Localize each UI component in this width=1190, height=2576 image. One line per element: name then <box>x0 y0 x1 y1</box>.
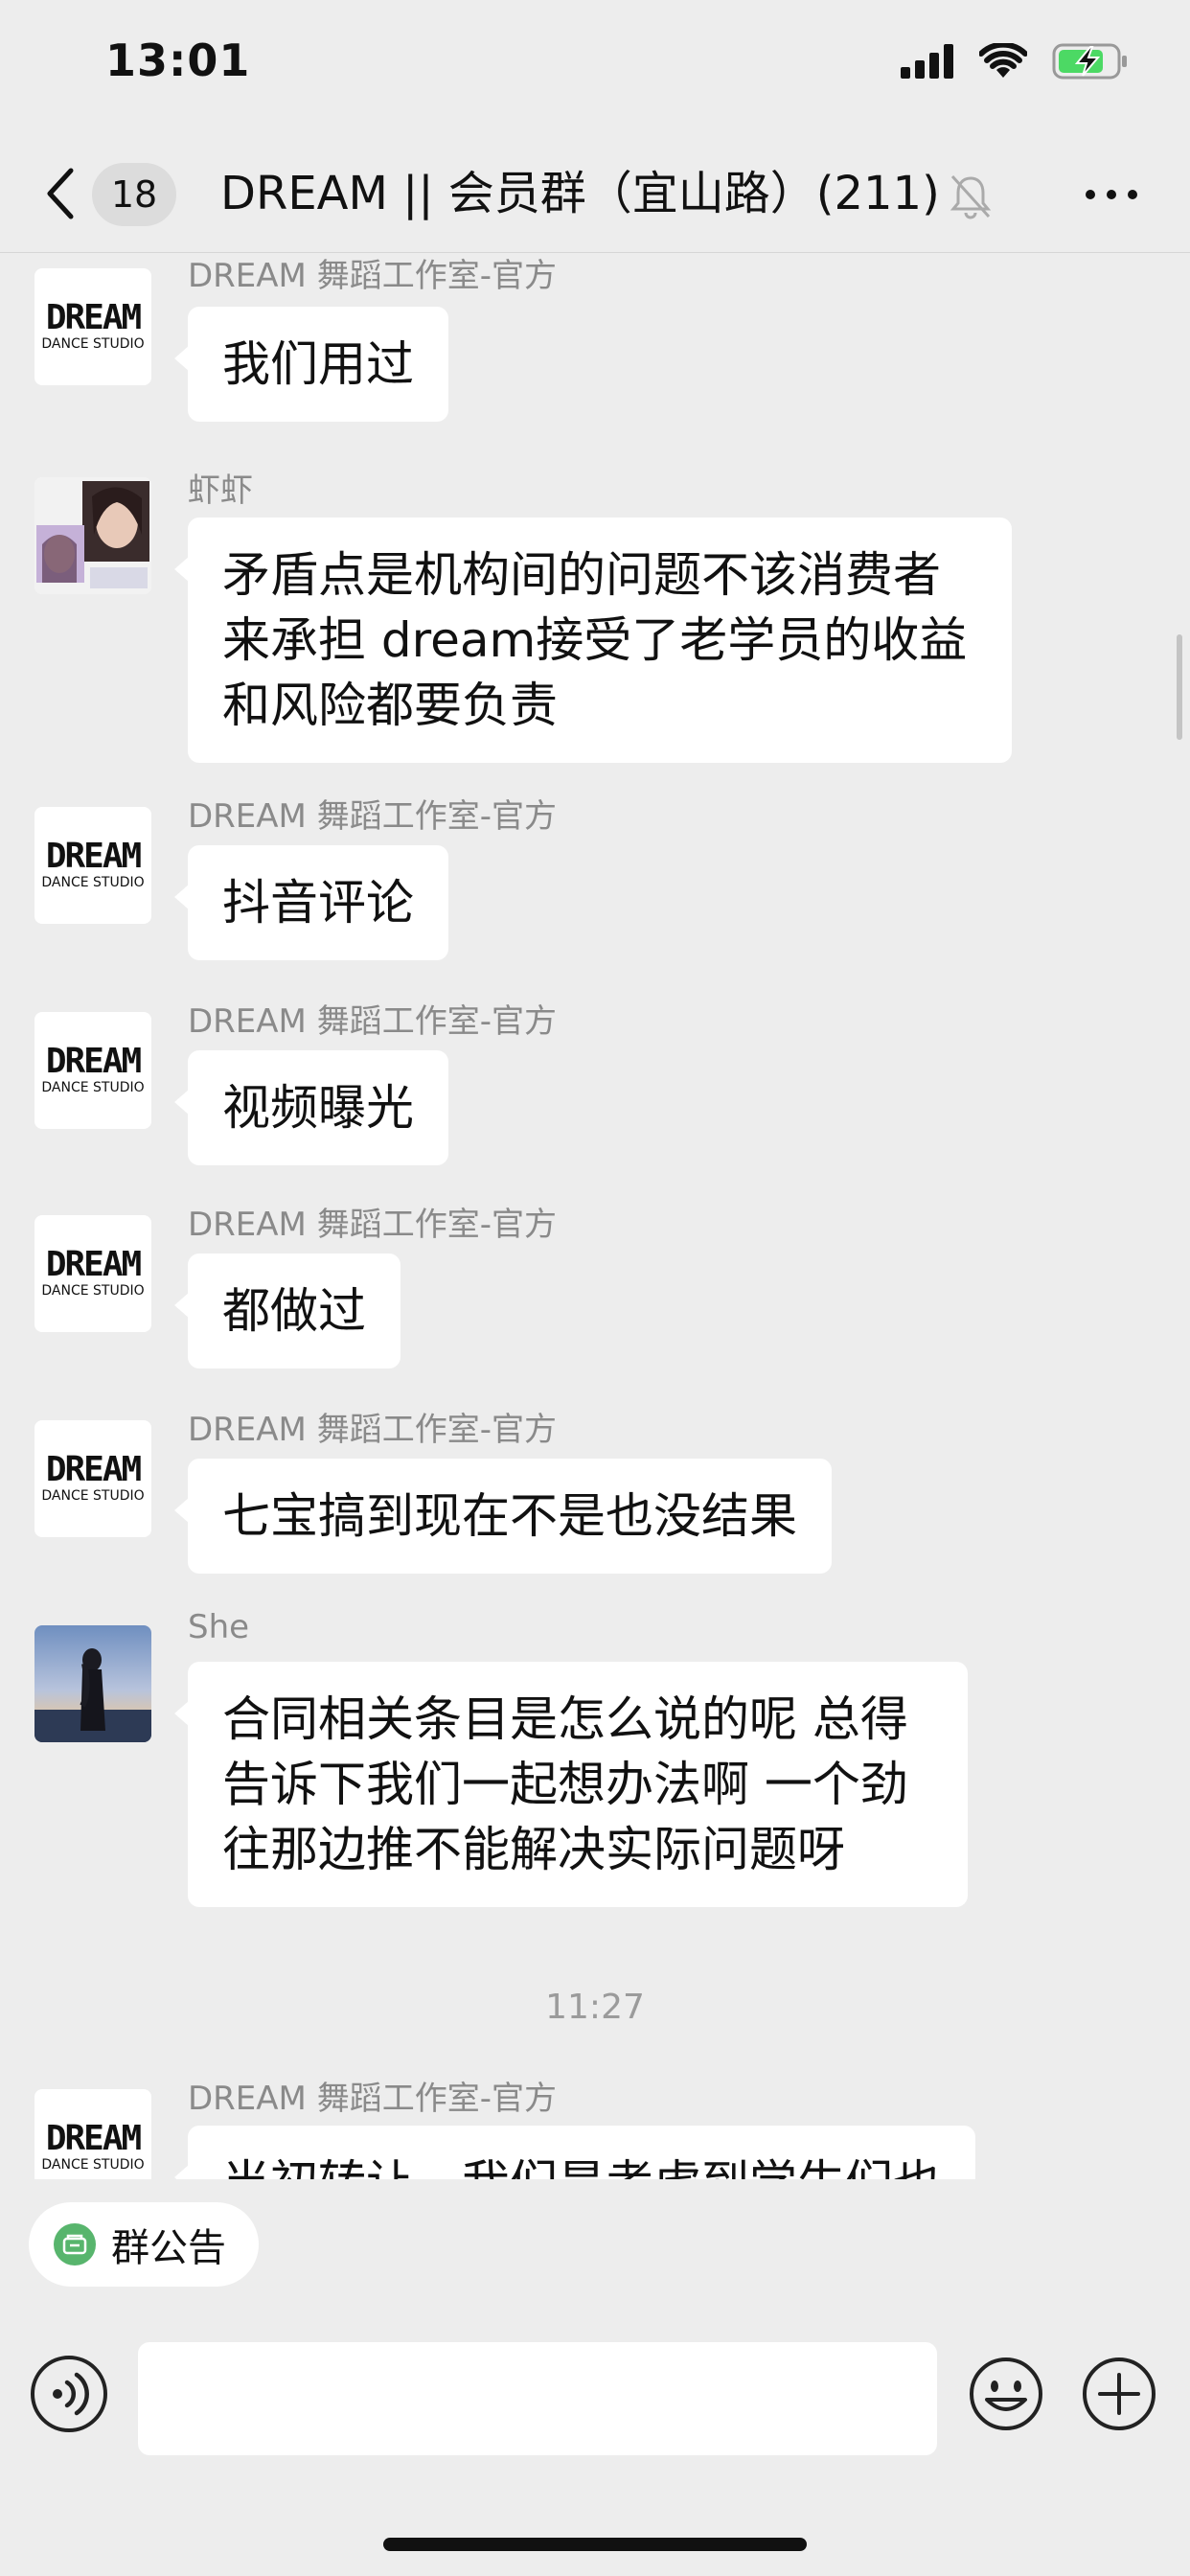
battery-charging-icon <box>1052 43 1127 80</box>
message-bubble[interactable]: 我们用过 <box>174 307 448 422</box>
sender-name: DREAM 舞蹈工作室-官方 <box>188 1206 557 1244</box>
sender-name: DREAM 舞蹈工作室-官方 <box>188 257 557 295</box>
logo-subtext: DANCE STUDIO <box>41 336 145 352</box>
logo-subtext: DANCE STUDIO <box>41 1080 145 1095</box>
dream-dance-studio-logo: DREAM DANCE STUDIO <box>34 268 151 385</box>
voice-wave-icon <box>53 2372 89 2416</box>
emoji-icon[interactable] <box>968 2356 1044 2432</box>
logo-text: DREAM <box>45 1245 142 1284</box>
sender-avatar[interactable] <box>34 1625 151 1742</box>
sender-avatar[interactable]: DREAM DANCE STUDIO <box>34 1215 151 1332</box>
logo-text: DREAM <box>45 2119 142 2158</box>
logo-subtext: DANCE STUDIO <box>41 2157 145 2173</box>
chat-message-list[interactable]: DREAM DANCE STUDIO DREAM 舞蹈工作室-官方 我们用过 虾… <box>0 253 1190 2179</box>
back-arrow-icon[interactable] <box>38 165 84 222</box>
logo-text: DREAM <box>45 1042 142 1081</box>
message-bubble[interactable]: 抖音评论 <box>174 845 448 960</box>
message-bubble[interactable]: 合同相关条目是怎么说的呢 总得告诉下我们一起想办法啊 一个劲往那边推不能解决实际… <box>174 1662 968 1907</box>
status-time: 13:01 <box>105 34 251 86</box>
time-divider: 11:27 <box>545 1988 645 2027</box>
sender-name: DREAM 舞蹈工作室-官方 <box>188 1002 557 1041</box>
sender-avatar[interactable]: DREAM DANCE STUDIO <box>34 2089 151 2179</box>
logo-text: DREAM <box>45 837 142 876</box>
message-bubble[interactable]: 矛盾点是机构间的问题不该消费者来承担 dream接受了老学员的收益和风险都要负责 <box>174 518 1012 763</box>
dream-dance-studio-logo: DREAM DANCE STUDIO <box>34 2089 151 2179</box>
dream-dance-studio-logo: DREAM DANCE STUDIO <box>34 1012 151 1129</box>
sender-name: DREAM 舞蹈工作室-官方 <box>188 2080 557 2118</box>
logo-text: DREAM <box>45 1450 142 1489</box>
sender-avatar[interactable]: DREAM DANCE STUDIO <box>34 1012 151 1129</box>
message-bubble[interactable]: 视频曝光 <box>174 1050 448 1165</box>
wifi-icon <box>979 43 1027 78</box>
sender-avatar[interactable] <box>34 477 151 594</box>
unread-count-badge[interactable]: 18 <box>92 163 176 226</box>
home-indicator[interactable] <box>383 2538 807 2551</box>
logo-subtext: DANCE STUDIO <box>41 1283 145 1299</box>
group-title: DREAM || 会员群（宜山路）(211) <box>220 167 940 220</box>
logo-subtext: DANCE STUDIO <box>41 1488 145 1504</box>
sender-avatar[interactable]: DREAM DANCE STUDIO <box>34 1420 151 1537</box>
sender-avatar[interactable]: DREAM DANCE STUDIO <box>34 807 151 924</box>
logo-text: DREAM <box>45 298 142 337</box>
message-bubble[interactable]: 七宝搞到现在不是也没结果 <box>174 1459 832 1574</box>
dream-dance-studio-logo: DREAM DANCE STUDIO <box>34 807 151 924</box>
logo-subtext: DANCE STUDIO <box>41 875 145 890</box>
dream-dance-studio-logo: DREAM DANCE STUDIO <box>34 1215 151 1332</box>
more-options-icon[interactable] <box>1083 180 1140 209</box>
status-icons <box>901 42 1129 80</box>
voice-input-button[interactable] <box>31 2356 107 2432</box>
sender-avatar[interactable]: DREAM DANCE STUDIO <box>34 268 151 385</box>
chat-header: 18 DREAM || 会员群（宜山路）(211) <box>0 134 1190 253</box>
plus-icon[interactable] <box>1081 2356 1157 2432</box>
sunset-photo-avatar <box>34 1625 151 1742</box>
sender-name: 虾虾 <box>188 472 253 510</box>
sender-name: She <box>188 1608 250 1646</box>
sender-name: DREAM 舞蹈工作室-官方 <box>188 797 557 836</box>
message-bubble[interactable]: 当初转让，我们是考虑到学生们也 <box>174 2126 975 2179</box>
sender-name: DREAM 舞蹈工作室-官方 <box>188 1411 557 1449</box>
input-bar <box>0 2319 1190 2472</box>
status-bar: 13:01 <box>0 0 1190 134</box>
announcement-icon <box>54 2223 96 2266</box>
message-text-field[interactable] <box>138 2342 937 2455</box>
mute-bell-icon <box>950 174 992 219</box>
scrollbar-thumb[interactable] <box>1177 634 1182 740</box>
message-bubble[interactable]: 都做过 <box>174 1254 400 1368</box>
dream-dance-studio-logo: DREAM DANCE STUDIO <box>34 1420 151 1537</box>
announcement-label: 群公告 <box>111 2226 226 2270</box>
group-announcement-button[interactable]: 群公告 <box>29 2202 259 2287</box>
anime-collage-avatar <box>34 477 151 594</box>
cellular-signal-icon <box>901 44 953 79</box>
